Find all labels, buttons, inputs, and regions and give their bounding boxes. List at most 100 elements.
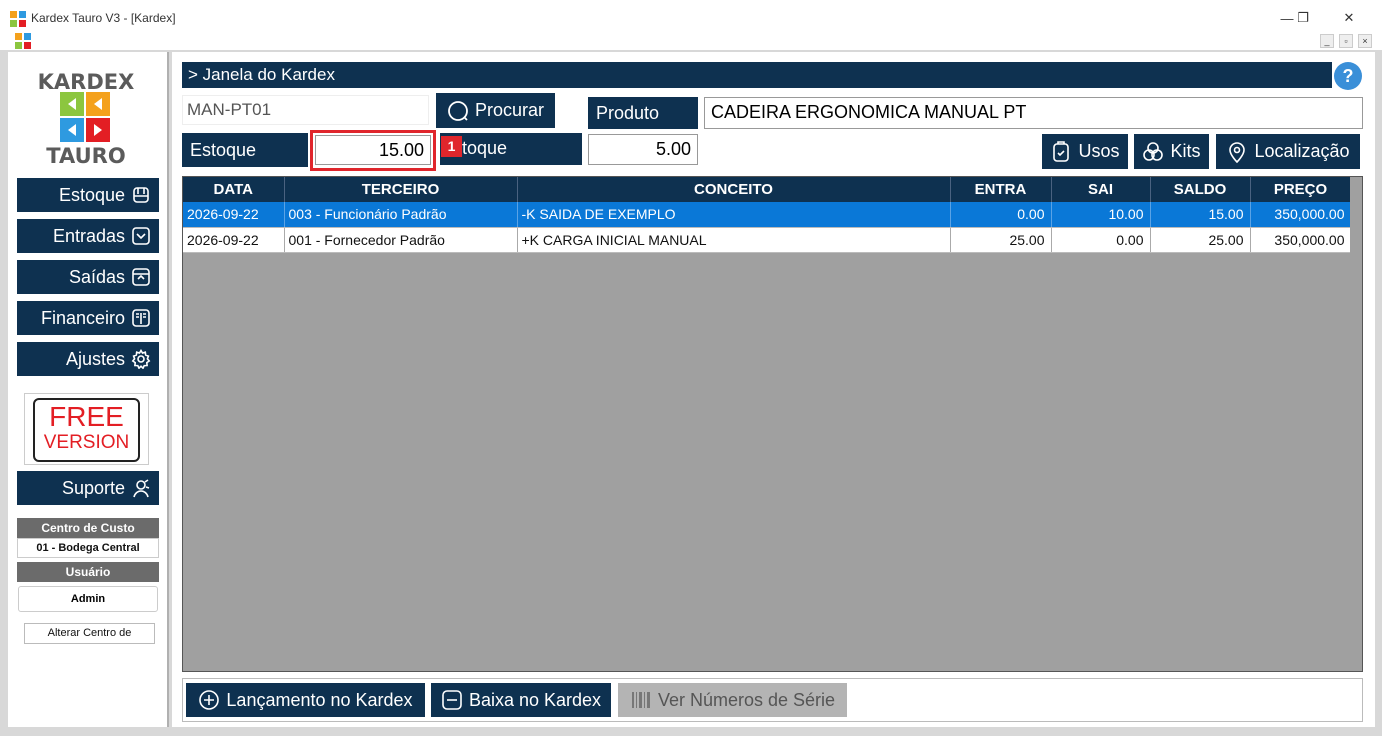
search-button[interactable]: Procurar	[436, 93, 555, 128]
col-conceito[interactable]: CONCEITO	[517, 177, 951, 202]
alter-cost-center-button[interactable]: Alterar Centro de	[24, 623, 155, 644]
panel-header: > Janela do Kardex	[182, 62, 1332, 88]
nav-label: Ajustes	[65, 348, 125, 369]
app-window: Kardex Tauro V3 - [Kardex] — ❐ ✕ _ ▫ × K…	[0, 0, 1382, 736]
table-row[interactable]: 2026-09-22 003 - Funcionário Padrão -K S…	[183, 202, 1352, 228]
cell-preco: 350,000.00	[1250, 202, 1352, 228]
logo-text-top: KARDEX	[37, 70, 135, 94]
lower-kardex-button[interactable]: Baixa no Kardex	[431, 683, 611, 717]
support-icon	[133, 479, 150, 498]
location-pin-icon	[1229, 141, 1246, 163]
title-bar: Kardex Tauro V3 - [Kardex] — ❐ ✕	[0, 0, 1382, 32]
cell-saldo: 15.00	[1150, 202, 1251, 228]
free-version-badge: FREE VERSION	[24, 393, 149, 465]
cell-data: 2026-09-22	[183, 202, 285, 228]
stock-highlight-box	[310, 130, 436, 171]
nav-saidas[interactable]: Saídas	[17, 260, 159, 294]
clipboard-check-icon	[1053, 140, 1070, 162]
nav-label: Estoque	[58, 184, 125, 205]
sidebar: KARDEX TAURO Estoque Entradas Saídas Fin…	[8, 52, 169, 727]
col-terceiro[interactable]: TERCEIRO	[284, 177, 518, 202]
cell-sai: 0.00	[1051, 227, 1151, 253]
kardex-table: DATA TERCEIRO CONCEITO ENTRA SAI SALDO P…	[183, 177, 1352, 253]
barcode-icon	[631, 692, 650, 708]
usos-button[interactable]: Usos	[1042, 134, 1128, 169]
stock-label: Estoque	[182, 133, 308, 167]
cell-terceiro: 003 - Funcionário Padrão	[284, 202, 518, 228]
nav-estoque[interactable]: Estoque	[17, 178, 159, 212]
product-code-input[interactable]: MAN-PT01	[182, 95, 429, 125]
nav-suporte[interactable]: Suporte	[17, 471, 159, 505]
serials-label: Ver Números de Série	[657, 689, 836, 710]
app-logo-icon	[10, 11, 26, 27]
launch-kardex-button[interactable]: Lançamento no Kardex	[186, 683, 425, 717]
cost-center-heading: Centro de Custo	[17, 518, 159, 538]
close-button[interactable]: ✕	[1326, 6, 1372, 30]
cell-preco: 350,000.00	[1250, 227, 1352, 253]
col-saldo[interactable]: SALDO	[1150, 177, 1251, 202]
nav-entradas[interactable]: Entradas	[17, 219, 159, 253]
cost-center-value: 01 - Bodega Central	[17, 538, 159, 558]
logo-text-bottom: TAURO	[46, 144, 126, 168]
col-preco[interactable]: PREÇO	[1250, 177, 1352, 202]
logo-arrows-icon	[60, 92, 110, 142]
col-data[interactable]: DATA	[183, 177, 285, 202]
serial-numbers-button[interactable]: Ver Números de Série	[618, 683, 847, 717]
client-area: KARDEX TAURO Estoque Entradas Saídas Fin…	[0, 50, 1382, 736]
grid-scroll-area[interactable]	[1350, 177, 1362, 671]
maximize-button[interactable]: ❐	[1280, 6, 1326, 30]
inbox-down-icon	[132, 227, 150, 245]
annotation-badge: 1	[441, 136, 462, 157]
cell-data: 2026-09-22	[183, 227, 285, 253]
mdi-close-button[interactable]: ×	[1358, 34, 1372, 48]
min-stock-value-field[interactable]: 5.00	[588, 134, 698, 165]
nav-label: Suporte	[61, 477, 125, 498]
product-name-field[interactable]: CADEIRA ERGONOMICA MANUAL PT	[704, 97, 1363, 129]
nav-label: Financeiro	[40, 307, 125, 328]
minus-square-icon	[442, 690, 462, 710]
search-icon	[448, 100, 468, 121]
kardex-grid[interactable]: DATA TERCEIRO CONCEITO ENTRA SAI SALDO P…	[182, 176, 1363, 672]
cell-entra: 0.00	[950, 202, 1052, 228]
gear-icon	[131, 349, 151, 369]
kits-icon	[1143, 141, 1164, 161]
inbox-up-icon	[132, 268, 150, 286]
nav-financeiro[interactable]: Financeiro	[17, 301, 159, 335]
cell-sai: 10.00	[1051, 202, 1151, 228]
free-line1: FREE	[49, 401, 124, 432]
footer-toolbar: Lançamento no Kardex Baixa no Kardex Ver…	[182, 678, 1363, 722]
mdi-minimize-button[interactable]: _	[1320, 34, 1334, 48]
help-button[interactable]: ?	[1334, 62, 1362, 90]
mdi-child-icon	[15, 33, 31, 49]
product-label: Produto	[588, 97, 698, 129]
free-version-frame: FREE VERSION	[33, 398, 140, 462]
kardex-panel: > Janela do Kardex ? MAN-PT01 Procurar P…	[172, 52, 1375, 727]
kardex-tauro-logo: KARDEX TAURO	[36, 70, 146, 170]
cell-entra: 25.00	[950, 227, 1052, 253]
mdi-bar: _ ▫ ×	[0, 32, 1382, 50]
window-title: Kardex Tauro V3 - [Kardex]	[31, 11, 176, 25]
user-heading: Usuário	[17, 562, 159, 582]
cell-saldo: 25.00	[1150, 227, 1251, 253]
nav-ajustes[interactable]: Ajustes	[17, 342, 159, 376]
cell-terceiro: 001 - Fornecedor Padrão	[284, 227, 518, 253]
cell-conceito: +K CARGA INICIAL MANUAL	[517, 227, 951, 253]
lower-label: Baixa no Kardex	[468, 689, 602, 710]
mdi-restore-button[interactable]: ▫	[1339, 34, 1353, 48]
col-entra[interactable]: ENTRA	[950, 177, 1052, 202]
cell-conceito: -K SAIDA DE EXEMPLO	[517, 202, 951, 228]
col-sai[interactable]: SAI	[1051, 177, 1151, 202]
localizacao-button[interactable]: Localização	[1216, 134, 1360, 169]
usos-label: Usos	[1078, 141, 1120, 161]
free-line2: VERSION	[43, 432, 130, 453]
kits-button[interactable]: Kits	[1134, 134, 1209, 169]
launch-label: Lançamento no Kardex	[226, 689, 413, 710]
restore-icon: ❐	[1297, 10, 1309, 25]
user-value: Admin	[18, 586, 158, 612]
kits-label: Kits	[1170, 141, 1201, 161]
localizacao-label: Localização	[1254, 141, 1350, 161]
plus-circle-icon	[199, 690, 220, 710]
table-header-row: DATA TERCEIRO CONCEITO ENTRA SAI SALDO P…	[183, 177, 1352, 202]
table-row[interactable]: 2026-09-22 001 - Fornecedor Padrão +K CA…	[183, 227, 1352, 253]
book-icon	[132, 309, 150, 327]
